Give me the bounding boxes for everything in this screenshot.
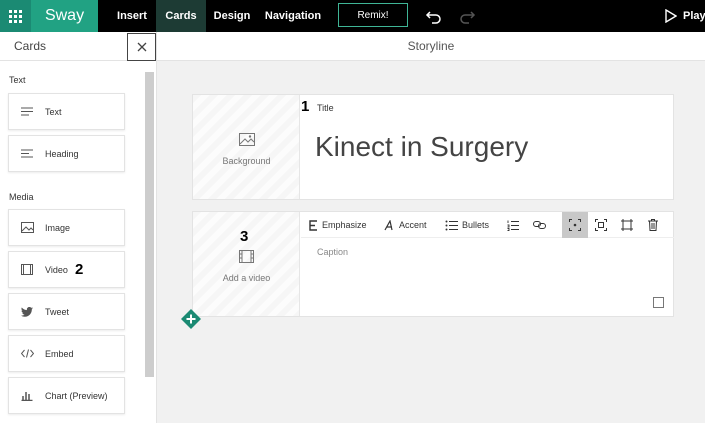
card-item-text[interactable]: Text [8,93,125,130]
close-icon [137,42,146,52]
fit-button[interactable] [589,212,613,238]
card-item-label: Video [45,264,68,275]
delete-button[interactable] [641,212,665,238]
remix-button[interactable]: Remix! [338,3,408,27]
card-item-video[interactable]: Video [8,251,125,288]
storyline-header: Storyline [157,32,705,61]
card-item-image[interactable]: Image [8,209,125,246]
emphasize-icon [309,219,317,231]
card-item-embed[interactable]: Embed [8,335,125,372]
bullets-icon [445,220,458,230]
cards-panel: Cards Text Text Heading Media Image Vide… [0,32,157,423]
background-label: Background [222,156,271,166]
card-item-label: Image [45,222,71,233]
accent-label: Accent [399,220,427,230]
twitter-icon [9,306,45,317]
text-lines-icon [9,107,45,116]
image-icon [9,222,45,233]
undo-icon [425,11,441,24]
card-item-label: Tweet [45,306,70,317]
card-item-tweet[interactable]: Tweet [8,293,125,330]
add-video-label: Add a video [222,273,271,283]
focus-point-button[interactable] [562,212,588,238]
redo-icon [460,11,476,24]
grid-icon [9,9,22,23]
heading-icon [9,149,45,158]
fit-icon [595,219,607,231]
play-icon [665,9,677,23]
tab-insert[interactable]: Insert [108,0,156,32]
title-card[interactable]: Background Title Kinect in Surgery [192,94,674,200]
card-item-label: Heading [45,148,79,159]
app-launcher-button[interactable] [0,0,31,32]
undo-button[interactable] [424,6,444,26]
link-button[interactable] [527,212,551,238]
code-icon [9,349,45,358]
emphasize-label: Emphasize [322,220,367,230]
caption-input[interactable]: Caption [317,247,348,257]
card-checkbox[interactable] [653,297,664,308]
play-label: Play [683,10,705,22]
bullets-label: Bullets [462,220,490,230]
tab-design[interactable]: Design [206,0,258,32]
card-item-label: Text [45,106,62,117]
card-toolbar: Emphasize Accent Bullets [301,212,674,238]
link-icon [532,221,546,229]
image-icon [193,133,300,146]
tab-cards[interactable]: Cards [156,0,206,32]
close-panel-button[interactable] [127,33,156,61]
card-item-heading[interactable]: Heading [8,135,125,172]
trash-icon [648,219,658,231]
crop-icon [621,219,633,231]
play-button[interactable]: Play [665,0,705,32]
redo-button[interactable] [457,6,477,26]
crop-button[interactable] [615,212,639,238]
section-label-text: Text [9,75,26,85]
focus-point-icon [569,219,581,231]
annotation-marker-2: 2 [75,261,84,278]
video-icon [9,264,45,275]
cards-panel-scrollbar[interactable] [145,72,154,377]
storyline-title: Storyline [407,39,455,53]
accent-icon [384,219,393,230]
app-brand[interactable]: Sway [31,0,98,32]
section-label-media: Media [9,192,34,202]
cards-panel-header: Cards [0,32,157,61]
title-text[interactable]: Kinect in Surgery [315,131,528,163]
annotation-marker-3: 3 [240,228,249,245]
bullets-button[interactable]: Bullets [445,212,489,238]
chart-icon [9,390,45,401]
tab-navigation[interactable]: Navigation [258,0,328,32]
add-card-button[interactable] [181,309,201,329]
video-card[interactable]: Add a video Emphasize Accent Bullets Cap… [192,211,674,317]
card-item-chart[interactable]: Chart (Preview) [8,377,125,414]
annotation-marker-1: 1 [301,98,310,115]
accent-button[interactable]: Accent [384,212,427,238]
numbered-list-button[interactable] [501,212,525,238]
plus-icon [181,309,201,329]
emphasize-button[interactable]: Emphasize [309,212,367,238]
top-bar: Sway Insert Cards Design Navigation Remi… [0,0,705,32]
title-field-label: Title [317,103,334,113]
background-slot[interactable]: Background [193,95,300,199]
card-item-label: Embed [45,348,74,359]
video-icon [193,250,300,263]
card-item-label: Chart (Preview) [45,390,108,401]
cards-panel-title: Cards [14,39,47,53]
numbered-list-icon [507,220,519,231]
